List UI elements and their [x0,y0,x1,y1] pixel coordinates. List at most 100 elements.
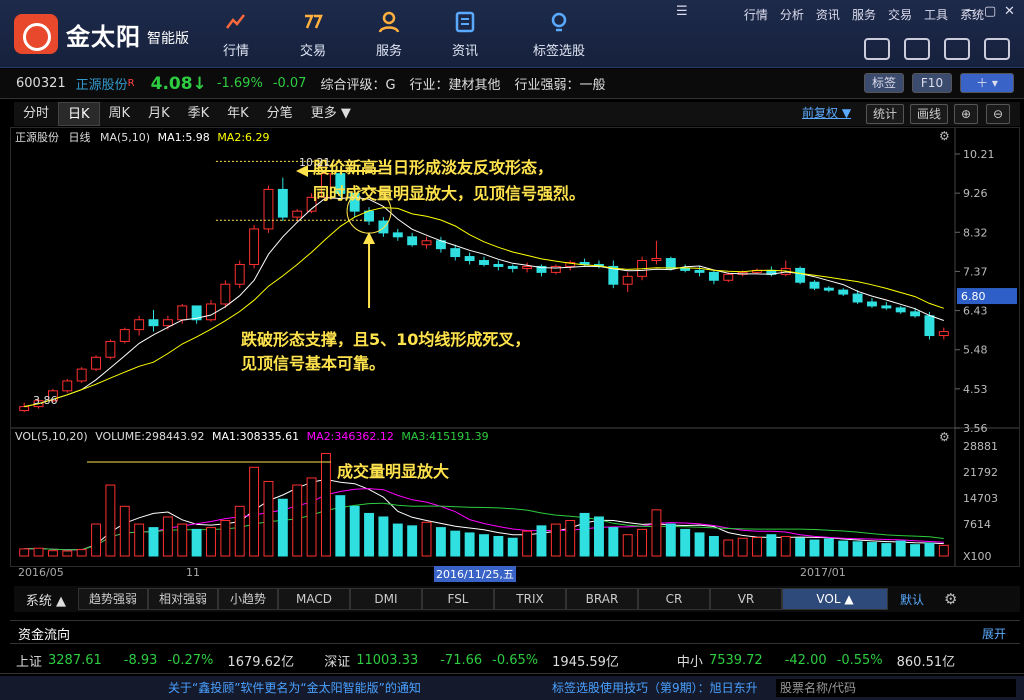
menu-list-icon[interactable]: ☰ [676,4,688,19]
ind-tab[interactable]: BRAR [566,588,638,610]
ind-tab-vol-active[interactable]: VOL ▲ [782,588,888,610]
volume-bar [895,540,906,557]
ind-tab[interactable]: DMI [350,588,422,610]
tab-minute[interactable]: 分时 [14,102,58,126]
draw-button[interactable]: 画线 [910,104,949,124]
tip-ticker[interactable]: 标签选股使用技巧（第9期）：旭日东升 [552,676,758,700]
candle-body [206,303,216,321]
menu-item[interactable]: 工具 [924,6,948,23]
nav-tag-select[interactable]: 标签选股 [533,10,585,59]
ind-tab[interactable]: CR [638,588,710,610]
volume-bar [33,547,44,557]
candle-body [723,273,734,281]
stock-price: 4.08↓ [150,73,207,94]
volume-bar [349,505,360,557]
f10-button[interactable]: F10 [912,73,952,93]
system-dropdown[interactable]: 系统 ▲ [14,590,78,609]
x-tick-cursor: 2016/11/25,五 [434,566,516,582]
menu-item[interactable]: 服务 [852,6,876,23]
zoom-in-icon[interactable]: ⊕ [954,104,979,124]
ind-tab[interactable]: TRIX [494,588,566,610]
fund-flow-label[interactable]: 资金流向 [18,624,70,643]
ma10-line [24,207,944,408]
volume-bar [450,530,461,557]
menu-item[interactable]: 交易 [888,6,912,23]
stock-search-input[interactable]: 股票名称/代码 [776,679,1016,697]
ind-tab[interactable]: 相对强弱 [148,588,218,610]
candle-body [62,380,73,392]
tab-ticks[interactable]: 分笔 [258,102,302,126]
ind-tab[interactable]: 小趋势 [218,588,278,610]
ind-tab[interactable]: VR [710,588,782,610]
nav-label: 服务 [376,44,403,59]
adjust-dropdown[interactable]: 前复权 ▼ [796,104,857,124]
volume-bar [206,527,216,557]
volume-bar [823,538,834,557]
candle-body [795,267,806,283]
tab-more[interactable]: 更多 ▼ [302,102,360,126]
candle-body [881,305,892,309]
swirl-icon[interactable] [984,38,1010,60]
expand-link[interactable]: 展开 [982,625,1006,642]
add-watch-button[interactable]: ＋ ▾ [960,73,1014,93]
news-ticker[interactable]: 关于“鑫投顾”软件更名为“金太阳智能版”的通知 [168,676,421,700]
tab-yearly[interactable]: 年K [218,102,258,126]
app-logo[interactable]: 金太阳 智能版 [14,14,189,54]
volume-bar [637,528,648,557]
nav-trade[interactable]: 交易 [300,10,326,59]
arrow-up-head [363,232,376,244]
tab-daily[interactable]: 日K [58,102,100,126]
menu-item[interactable]: 分析 [780,6,804,23]
trade-icon [305,14,323,29]
quick-tools [864,38,1010,60]
bank-icon[interactable] [944,38,970,60]
ind-tab[interactable]: 趋势强弱 [78,588,148,610]
nav-label: 行情 [223,44,250,59]
tab-quarterly[interactable]: 季K [179,102,219,126]
price-tick-label: 9.26 [963,187,988,200]
close-icon[interactable]: ✕ [1004,4,1015,19]
back-icon[interactable] [864,38,890,60]
x-tick: 11 [186,566,200,579]
volume-bar [795,537,806,557]
news-icon [455,11,475,33]
volume-bar [464,532,475,557]
volume-bar [220,520,231,557]
indicator-settings-icon[interactable]: ⚙ [944,590,957,608]
volume-bar [507,537,518,557]
tag-button[interactable]: 标签 [864,73,904,93]
ind-tab[interactable]: MACD [278,588,350,610]
stat-button[interactable]: 统计 [866,104,905,124]
candle-body [450,248,461,258]
nav-market[interactable]: 行情 [223,10,249,59]
top-bar: 金太阳 智能版 行情 交易 服务 资讯 标签选股 ☰ 行情 分析 资讯 服务 交… [0,0,1024,68]
x-tick: 2017/01 [800,566,846,579]
volume-bar [19,548,30,557]
index-name: 中小 [676,655,703,670]
zoom-out-icon[interactable]: ⊖ [986,104,1011,124]
maximize-icon[interactable]: ▢ [984,4,996,19]
annotation-mid-l1: 跌破形态支撑，且5、10均线形成死叉， [241,330,531,349]
candle-body [292,210,303,218]
annotation-volume: 成交量明显放大 [337,462,450,481]
minimize-icon[interactable]: ─ [966,4,974,19]
volume-bar [134,523,145,557]
volume-tick-label: 21792 [963,466,998,479]
volume-bar [780,535,791,557]
menu-item[interactable]: 行情 [744,6,768,23]
candle-body [392,232,403,238]
menu-item[interactable]: 资讯 [816,6,840,23]
volume-bar [579,512,590,557]
ind-tab[interactable]: FSL [422,588,494,610]
nav-news[interactable]: 资讯 [452,10,478,59]
tab-monthly[interactable]: 月K [139,102,179,126]
tab-weekly[interactable]: 周K [100,102,140,126]
volume-bar [277,498,288,557]
volume-bar [364,512,375,557]
default-link[interactable]: 默认 [900,591,924,608]
candle-body [464,256,475,262]
nav-service[interactable]: 服务 [376,10,402,59]
trophy-icon[interactable] [904,38,930,60]
volume-bar [91,523,101,557]
chart-area[interactable]: 正源股份 日线 MA(5,10) MA1:5.98 MA2:6.29 ⚙ VOL… [10,127,1020,567]
